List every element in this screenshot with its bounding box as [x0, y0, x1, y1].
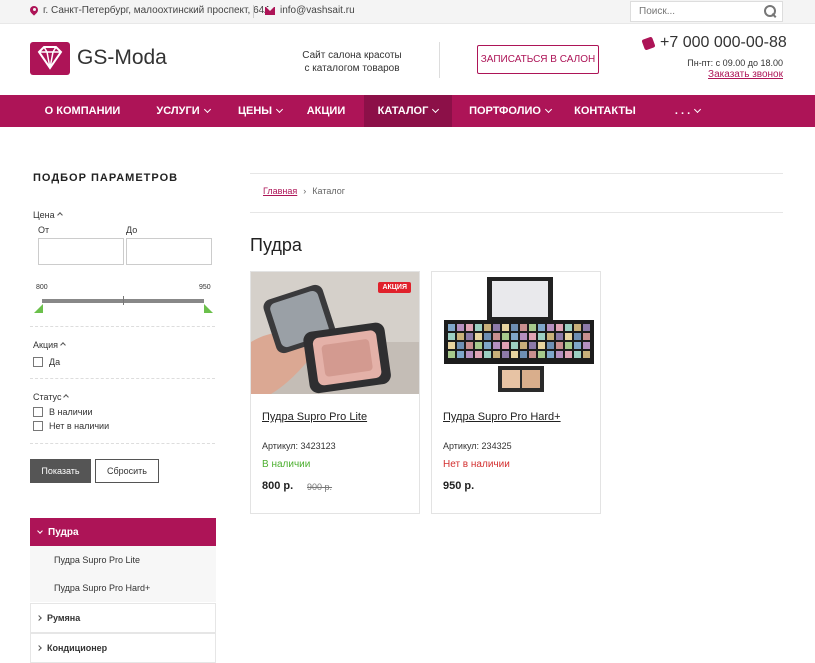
chevron-right-icon — [36, 645, 42, 651]
range-min-handle[interactable] — [34, 304, 43, 313]
chevron-up-icon — [60, 342, 66, 348]
chevron-down-icon — [544, 105, 552, 114]
breadcrumb: Главная › Каталог — [263, 186, 345, 196]
price-to-input[interactable] — [126, 238, 212, 265]
range-max-handle[interactable] — [204, 304, 213, 313]
divider — [30, 378, 215, 379]
divider — [250, 212, 783, 213]
logo-diamond-icon[interactable] — [30, 42, 70, 75]
breadcrumb-current: Каталог — [312, 186, 345, 196]
tagline-line-2: с каталогом товаров — [304, 63, 400, 74]
request-callback-link[interactable]: Заказать звонок — [708, 69, 783, 80]
range-max-label: 950 — [199, 284, 211, 291]
header-divider — [439, 42, 440, 78]
page-title: Пудра — [250, 235, 302, 255]
in-stock-checkbox[interactable] — [33, 407, 43, 417]
subcategory-item[interactable]: Пудра Supro Pro Hard+ — [30, 574, 216, 602]
promo-filter-toggle[interactable]: Акция — [33, 340, 66, 350]
category-conditioner[interactable]: Кондиционер — [30, 633, 216, 663]
logo-text[interactable]: GS-Moda — [77, 46, 167, 70]
breadcrumb-separator-icon: › — [303, 186, 307, 196]
product-sku: Артикул: 3423123 — [262, 441, 336, 451]
email[interactable]: info@vashsait.ru — [265, 5, 355, 16]
nav-item-contacts[interactable]: КОНТАКТЫ — [565, 95, 645, 127]
address-text: г. Санкт-Петербург, малоохтинский проспе… — [43, 5, 271, 16]
range-midpoint — [123, 296, 124, 305]
promo-yes-checkbox[interactable] — [33, 357, 43, 367]
product-image[interactable] — [432, 272, 600, 394]
price-from-input[interactable] — [38, 238, 124, 265]
promo-yes-label: Да — [49, 357, 61, 367]
divider — [30, 326, 215, 327]
address: г. Санкт-Петербург, малоохтинский проспе… — [30, 5, 271, 16]
nav-item-promos[interactable]: АКЦИИ — [295, 95, 357, 127]
location-pin-icon — [30, 6, 38, 16]
product-name-link[interactable]: Пудра Supro Pro Hard+ — [443, 411, 561, 423]
product-price: 950 р. — [443, 480, 475, 492]
book-salon-button[interactable]: ЗАПИСАТЬСЯ В САЛОН — [477, 45, 599, 74]
category-label: Румяна — [47, 613, 81, 623]
nav-item-more[interactable]: . . . — [660, 95, 715, 127]
category-powder[interactable]: Пудра — [30, 518, 216, 546]
nav-item-catalog[interactable]: КАТАЛОГ — [364, 95, 452, 127]
search-icon[interactable] — [764, 5, 777, 18]
tagline: Сайт салона красоты с каталогом товаров — [300, 49, 404, 75]
category-label: Пудра — [48, 526, 79, 538]
out-of-stock-label: Нет в наличии — [49, 421, 110, 431]
stock-status: Нет в наличии — [443, 459, 510, 470]
chevron-up-icon — [63, 394, 70, 400]
product-name-link[interactable]: Пудра Supro Pro Lite — [262, 411, 367, 423]
price-filter-toggle[interactable]: Цена — [33, 210, 63, 220]
tagline-line-1: Сайт салона красоты — [302, 50, 402, 61]
filter-title: ПОДБОР ПАРАМЕТРОВ — [33, 172, 179, 184]
reset-button[interactable]: Сбросить — [95, 459, 159, 483]
show-button[interactable]: Показать — [30, 459, 91, 483]
chevron-down-icon — [203, 105, 211, 114]
old-price: 900 р. — [307, 482, 333, 492]
chevron-down-icon — [37, 527, 43, 534]
product-price: 800 р. — [262, 480, 294, 492]
nav-item-prices[interactable]: ЦЕНЫ — [225, 95, 295, 127]
product-image[interactable]: АКЦИЯ — [251, 272, 419, 394]
chevron-down-icon — [432, 105, 440, 114]
promo-badge: АКЦИЯ — [378, 282, 411, 293]
divider — [250, 173, 783, 174]
product-card[interactable]: АКЦИЯ Пудра Supro Pro Lite Артикул: 3423… — [250, 271, 420, 514]
nav-item-about[interactable]: О КОМПАНИИ — [30, 95, 135, 127]
phone-number[interactable]: +7 000 000-00-88 — [660, 34, 787, 52]
chevron-right-icon — [36, 615, 42, 621]
stock-status: В наличии — [262, 459, 311, 470]
chevron-down-icon — [694, 105, 702, 114]
category-label: Кондиционер — [47, 643, 108, 653]
chevron-down-icon — [276, 105, 284, 114]
search-input[interactable] — [630, 1, 783, 22]
subcategory-item[interactable]: Пудра Supro Pro Lite — [30, 546, 216, 574]
phone-icon — [641, 35, 656, 51]
category-blush[interactable]: Румяна — [30, 603, 216, 633]
in-stock-label: В наличии — [49, 407, 93, 417]
envelope-icon — [265, 6, 275, 15]
price-to-label: До — [126, 225, 138, 235]
phone[interactable]: +7 000 000-00-88 — [641, 34, 787, 52]
range-min-label: 800 — [36, 284, 48, 291]
nav-item-services[interactable]: УСЛУГИ — [143, 95, 223, 127]
product-card[interactable]: Пудра Supro Pro Hard+ Артикул: 234325 Не… — [431, 271, 601, 514]
breadcrumb-home-link[interactable]: Главная — [263, 186, 297, 196]
email-text[interactable]: info@vashsait.ru — [280, 5, 355, 16]
price-from-label: От — [38, 225, 50, 235]
nav-item-portfolio[interactable]: ПОРТФОЛИО — [460, 95, 560, 127]
status-filter-toggle[interactable]: Статус — [33, 392, 70, 402]
product-sku: Артикул: 234325 — [443, 441, 512, 451]
out-of-stock-checkbox[interactable] — [33, 421, 43, 431]
divider — [30, 443, 215, 444]
main-nav: О КОМПАНИИ УСЛУГИ ЦЕНЫ АКЦИИ КАТАЛОГ ПОР… — [0, 95, 815, 127]
working-hours: Пн-пт: с 09.00 до 18.00 — [687, 58, 783, 68]
top-bar: г. Санкт-Петербург, малоохтинский проспе… — [0, 0, 815, 24]
divider — [253, 5, 254, 18]
chevron-up-icon — [56, 212, 63, 218]
